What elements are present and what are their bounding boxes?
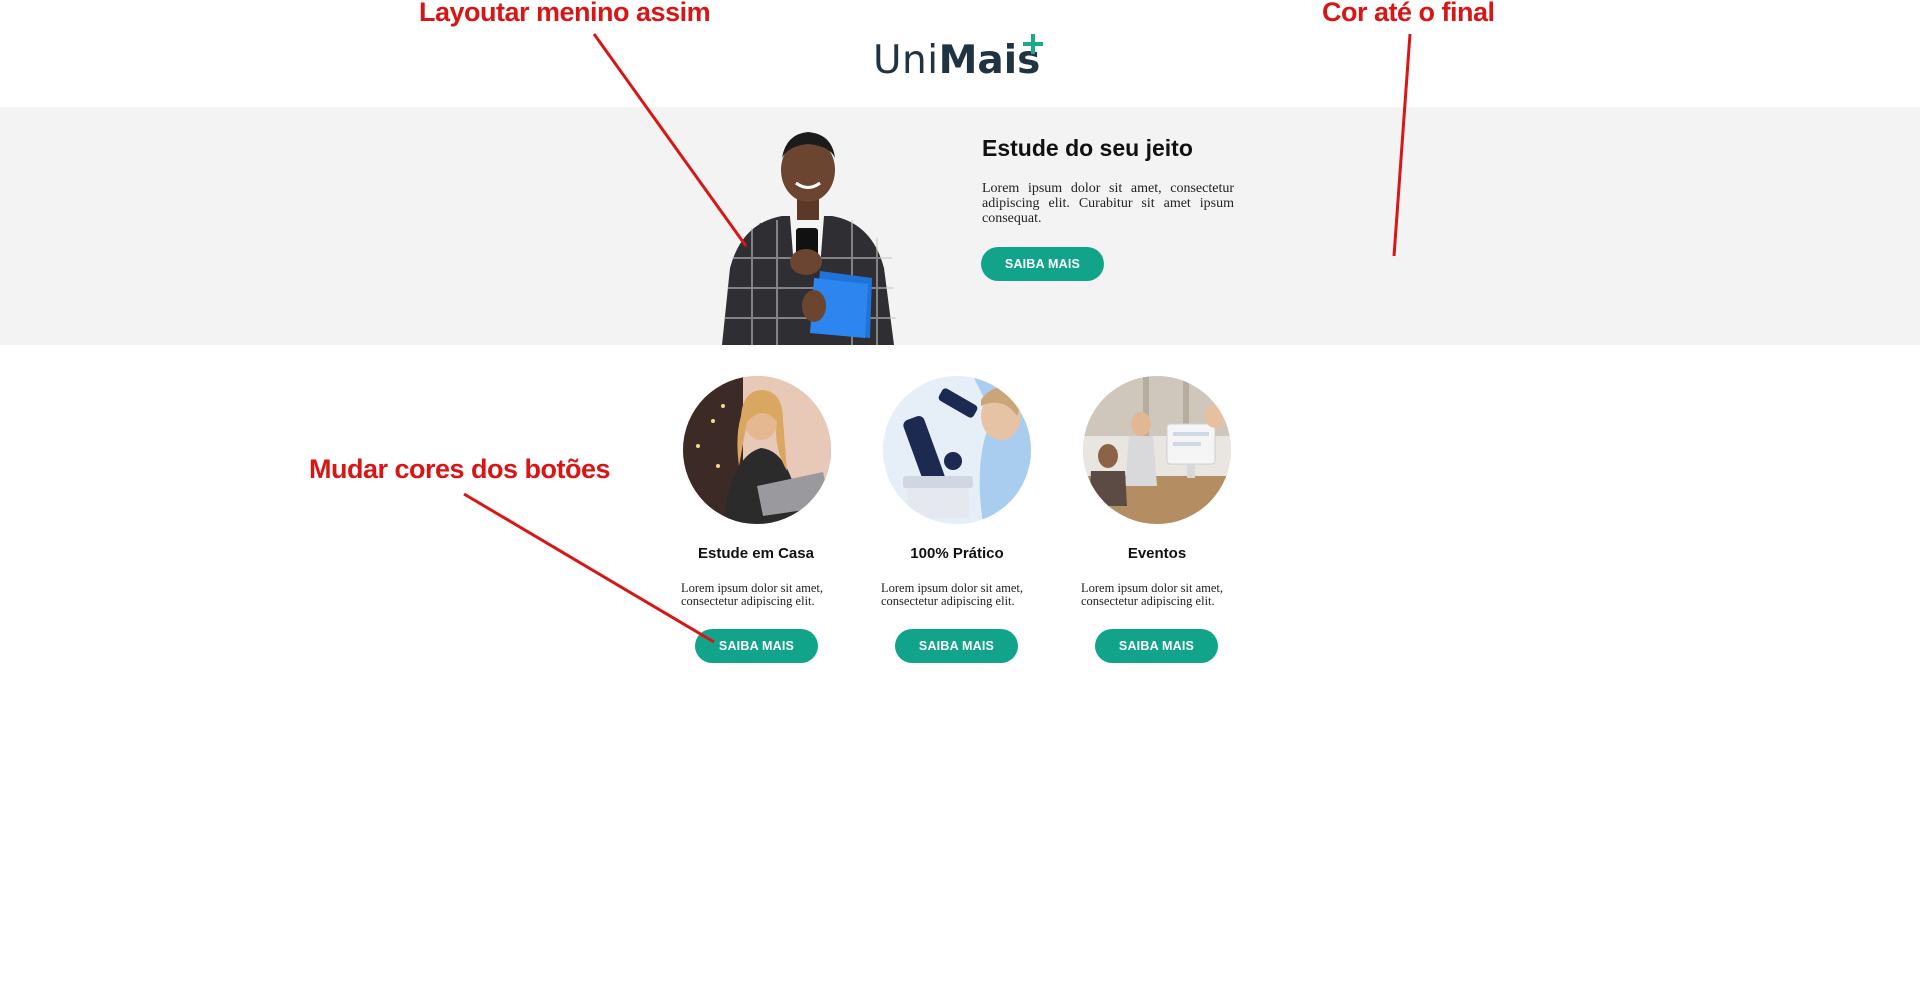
logo-text-uni: Uni <box>873 38 939 83</box>
hero-student-image <box>722 132 896 345</box>
card-100-pratico-title: 100% Prático <box>910 545 1004 562</box>
hero-saiba-mais-button[interactable]: SAIBA MAIS <box>981 247 1104 281</box>
card-100-pratico-button[interactable]: SAIBA MAIS <box>895 629 1018 663</box>
unimais-logo[interactable]: Uni Mais <box>873 34 1043 84</box>
card-eventos-title: Eventos <box>1127 545 1187 562</box>
card-100-pratico-image <box>883 376 1031 524</box>
hero-description: Lorem ipsum dolor sit amet, consectetur … <box>982 181 1234 226</box>
card-estude-em-casa-text: Lorem ipsum dolor sit amet, consectetur … <box>681 581 823 608</box>
card-100-pratico-text: Lorem ipsum dolor sit amet, consectetur … <box>881 581 1023 608</box>
logo-plus-icon <box>1023 34 1043 54</box>
annotation-arrow-line-botoes <box>463 492 715 644</box>
card-eventos-text: Lorem ipsum dolor sit amet, consectetur … <box>1081 581 1223 608</box>
annotation-cor-ate-final: Cor até o final <box>1322 0 1495 27</box>
card-estude-em-casa-title: Estude em Casa <box>698 545 814 562</box>
card-eventos-button[interactable]: SAIBA MAIS <box>1095 629 1218 663</box>
card-estude-em-casa-button[interactable]: SAIBA MAIS <box>695 629 818 663</box>
hero-banner <box>0 107 1920 345</box>
annotation-layout-menino: Layoutar menino assim <box>419 0 711 27</box>
card-eventos-image <box>1083 376 1231 524</box>
hero-title: Estude do seu jeito <box>982 135 1193 161</box>
annotation-mudar-cores-botoes: Mudar cores dos botões <box>309 454 611 484</box>
card-estude-em-casa-image <box>683 376 831 524</box>
